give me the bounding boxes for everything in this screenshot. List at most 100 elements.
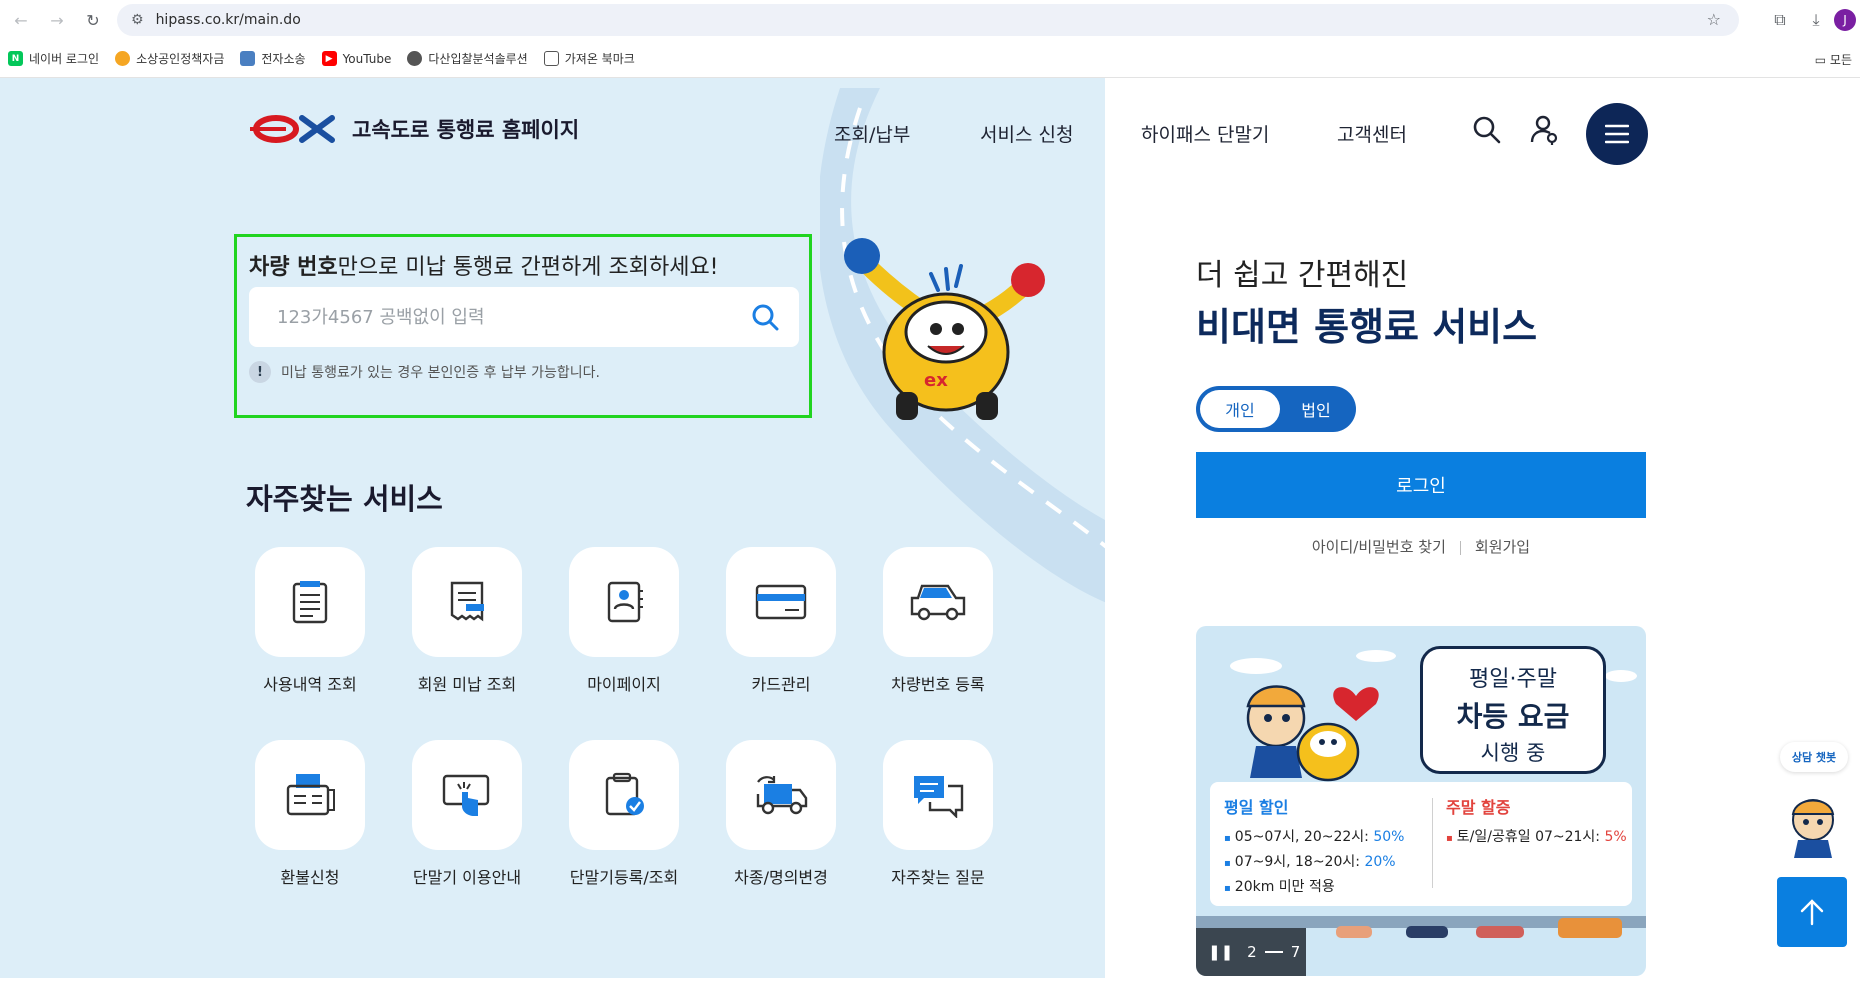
weekday-discount: 평일 할인 05~07시, 20~22시: 50% 07~9시, 18~20시:…	[1224, 794, 1404, 901]
service-vehicle-owner-change[interactable]: 차종/명의변경	[711, 740, 851, 888]
service-tile	[255, 547, 365, 657]
signup-link[interactable]: 회원가입	[1475, 538, 1530, 556]
service-register-vehicle[interactable]: 차량번호 등록	[868, 547, 1008, 695]
nav-inquiry-payment[interactable]: 조회/납부	[834, 120, 910, 147]
service-card-management[interactable]: 카드관리	[711, 547, 851, 695]
nav-hipass-device[interactable]: 하이패스 단말기	[1141, 120, 1269, 147]
chatbot-label[interactable]: 상담 챗봇	[1780, 742, 1848, 772]
folder-icon	[543, 51, 559, 66]
toggle-corporate[interactable]: 법인	[1276, 390, 1356, 428]
bookmark-star-icon[interactable]: ☆	[1707, 10, 1721, 29]
slide-separator	[1264, 951, 1283, 953]
search-icon[interactable]	[1472, 115, 1502, 145]
user-icon[interactable]	[1528, 114, 1560, 146]
back-arrow-icon[interactable]: ←	[6, 5, 36, 35]
forward-arrow-icon[interactable]: →	[42, 5, 72, 35]
ecourt-icon	[240, 51, 256, 66]
weekend-surcharge: 주말 할증 토/일/공휴일 07~21시: 5%	[1446, 794, 1627, 851]
globe-icon	[407, 51, 423, 66]
bookmark-ecourt[interactable]: 전자소송	[240, 50, 306, 67]
sbiz-icon	[115, 51, 131, 66]
slide-current: 2	[1247, 943, 1257, 961]
credit-card-icon	[755, 584, 807, 620]
naver-icon: N	[8, 51, 23, 66]
site-logo[interactable]: 고속도로 통행료 홈페이지	[246, 114, 579, 144]
touch-screen-icon	[442, 774, 490, 816]
nav-customer-center[interactable]: 고객센터	[1337, 120, 1407, 147]
browser-toolbar: ← → ↻ ⚙ hipass.co.kr/main.do ☆ ⧉ ⤓ J	[0, 0, 1860, 40]
service-faq[interactable]: 자주찾는 질문	[868, 740, 1008, 888]
profile-card-icon	[607, 581, 643, 623]
panel-title: 비대면 통행료 서비스	[1196, 305, 1538, 349]
service-tile	[883, 547, 993, 657]
search-submit-icon[interactable]	[751, 303, 779, 331]
url-text: hipass.co.kr/main.do	[155, 12, 301, 28]
fax-machine-icon	[286, 774, 335, 816]
service-tile	[255, 740, 365, 850]
truck-swap-icon	[756, 776, 808, 815]
service-device-register[interactable]: 단말기등록/조회	[554, 740, 694, 888]
youtube-icon: ▶	[321, 51, 337, 66]
clipboard-check-icon	[605, 772, 644, 816]
ex-logo-icon	[250, 115, 335, 143]
car-icon	[910, 584, 966, 621]
slide-controls: ❚❚ 2 7	[1196, 928, 1306, 976]
service-device-guide[interactable]: 단말기 이용안내	[397, 740, 537, 888]
account-links: 아이디/비밀번호 찾기 회원가입	[1196, 536, 1646, 557]
service-tile	[412, 740, 522, 850]
service-usage-history[interactable]: 사용내역 조회	[240, 547, 380, 695]
slide-total: 7	[1290, 943, 1301, 961]
hamburger-icon	[1605, 124, 1629, 144]
folder-icon: ▭	[1814, 53, 1830, 67]
document-list-icon	[292, 581, 328, 624]
arrow-up-icon	[1800, 899, 1824, 926]
svg-text:ex: ex	[924, 370, 948, 391]
ex-mascot-illustration: ex	[844, 238, 1045, 420]
chat-bubbles-icon	[914, 776, 964, 818]
site-settings-icon[interactable]: ⚙	[131, 12, 144, 28]
pause-icon[interactable]: ❚❚	[1208, 943, 1233, 961]
service-tile	[412, 547, 522, 657]
vehicle-number-input[interactable]	[277, 287, 717, 347]
bookmark-youtube[interactable]: ▶ YouTube	[321, 51, 391, 66]
find-id-password-link[interactable]: 아이디/비밀번호 찾기	[1312, 538, 1446, 556]
info-divider	[1432, 798, 1433, 888]
login-button[interactable]: 로그인	[1196, 452, 1646, 518]
service-member-unpaid[interactable]: 회원 미납 조회	[397, 547, 537, 695]
logo-text: 고속도로 통행료 홈페이지	[352, 118, 580, 142]
service-tile	[726, 547, 836, 657]
chatbot-mascot-icon[interactable]	[1778, 790, 1848, 860]
bookmarks-bar: N 네이버 로그인 소상공인정책자금 전자소송 ▶ YouTube 다산입찰분석솔루…	[0, 40, 1860, 78]
exclamation-icon: !	[249, 361, 271, 383]
download-icon[interactable]: ⤓	[1798, 10, 1834, 30]
reload-icon[interactable]: ↻	[78, 5, 108, 35]
service-tile	[726, 740, 836, 850]
service-mypage[interactable]: 마이페이지	[554, 547, 694, 695]
toggle-individual[interactable]: 개인	[1200, 390, 1280, 428]
link-divider	[1459, 540, 1461, 555]
extensions-icon[interactable]: ⧉	[1762, 10, 1798, 30]
address-bar[interactable]: ⚙ hipass.co.kr/main.do ☆	[117, 4, 1739, 36]
service-refund[interactable]: 환불신청	[240, 740, 380, 888]
panel-subtitle: 더 쉽고 간편해진	[1196, 258, 1409, 293]
frequent-services-title: 자주찾는 서비스	[246, 482, 443, 516]
bookmark-dasan[interactable]: 다산입찰분석솔루션	[407, 50, 528, 67]
search-title: 차량 번호만으로 미납 통행료 간편하게 조회하세요!	[249, 255, 719, 280]
bookmark-imported-folder[interactable]: 가져온 북마크	[543, 50, 635, 67]
service-tile	[569, 547, 679, 657]
banner-bubble: 평일·주말 차등 요금 시행 중	[1420, 646, 1606, 774]
nav-service-apply[interactable]: 서비스 신청	[980, 120, 1073, 147]
service-tile	[883, 740, 993, 850]
search-notice: ! 미납 통행료가 있는 경우 본인인증 후 납부 가능합니다.	[249, 361, 600, 383]
all-bookmarks[interactable]: ▭ 모든	[1815, 51, 1852, 68]
bookmark-sbiz[interactable]: 소상공인정책자금	[115, 50, 224, 67]
profile-avatar[interactable]: J	[1834, 9, 1856, 31]
promo-banner[interactable]: 평일·주말 차등 요금 시행 중 평일 할인 05~07시, 20~22시: 5…	[1196, 626, 1646, 976]
bookmark-naver[interactable]: N 네이버 로그인	[8, 50, 99, 67]
member-type-toggle: 개인 법인	[1196, 386, 1356, 432]
menu-button[interactable]	[1586, 103, 1648, 165]
unpaid-toll-search: 차량 번호만으로 미납 통행료 간편하게 조회하세요! ! 미납 통행료가 있는…	[234, 234, 812, 418]
banner-info-box: 평일 할인 05~07시, 20~22시: 50% 07~9시, 18~20시:…	[1210, 782, 1632, 906]
scroll-to-top-button[interactable]	[1777, 877, 1847, 947]
service-tile	[569, 740, 679, 850]
